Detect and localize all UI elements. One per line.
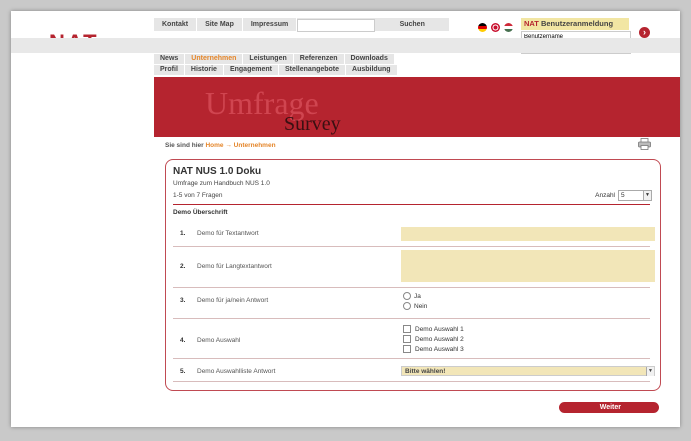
checkbox-icon[interactable]: [403, 325, 411, 333]
question-number: 1.: [180, 230, 186, 237]
select-value: Bitte wählen!: [405, 367, 446, 375]
subnav-engagement[interactable]: Engagement: [223, 65, 279, 75]
flag-hu-icon[interactable]: [504, 23, 513, 32]
breadcrumb-current[interactable]: Unternehmen: [234, 142, 276, 149]
header-band: [11, 38, 680, 53]
auswahlliste-select[interactable]: Bitte wählen! ▼: [401, 366, 655, 376]
checkbox-icon[interactable]: [403, 345, 411, 353]
anzahl-select[interactable]: 5 ▼: [618, 190, 652, 201]
subnav-stellenangebote[interactable]: Stellenangebote: [278, 65, 347, 75]
survey-card: NAT NUS 1.0 Doku Umfrage zum Handbuch NU…: [165, 159, 661, 391]
question-number: 2.: [180, 263, 186, 270]
nav-news[interactable]: News: [154, 54, 186, 64]
radio-circle-icon[interactable]: [403, 292, 411, 300]
anzahl-value: 5: [621, 192, 625, 199]
survey-title: NAT NUS 1.0 Doku: [173, 166, 262, 177]
login-title: NAT Benutzeranmeldung: [521, 18, 629, 30]
flag-de-icon[interactable]: [478, 23, 487, 32]
checkbox-label: Demo Auswahl 2: [415, 335, 464, 343]
login-title-brand: NAT: [524, 19, 539, 28]
topnav-sitemap[interactable]: Site Map: [197, 18, 243, 31]
anzahl-label: Anzahl: [595, 192, 615, 199]
checkbox-icon[interactable]: [403, 335, 411, 343]
subnav-ausbildung[interactable]: Ausbildung: [346, 65, 398, 75]
checkbox-option-3[interactable]: Demo Auswahl 3: [403, 345, 464, 353]
flag-uk-icon[interactable]: [491, 23, 500, 32]
question-label: Demo für Textantwort: [197, 230, 259, 237]
weiter-button[interactable]: Weiter: [559, 402, 659, 413]
nav-referenzen[interactable]: Referenzen: [293, 54, 345, 64]
breadcrumb-arrow-icon: →: [225, 142, 232, 149]
dropdown-arrow-icon: ▼: [643, 191, 651, 200]
subnav-historie[interactable]: Historie: [184, 65, 224, 75]
top-nav: Kontakt Site Map Impressum Suchen: [154, 18, 451, 32]
question-count: 1-5 von 7 Fragen: [173, 192, 223, 199]
nav-unternehmen[interactable]: Unternehmen: [185, 54, 244, 64]
dropdown-arrow-icon: ▼: [646, 366, 654, 376]
radio-label: Nein: [414, 302, 428, 310]
question-number: 5.: [180, 368, 186, 375]
text-answer-input[interactable]: [401, 227, 655, 241]
radio-ja[interactable]: Ja: [403, 292, 421, 300]
divider: [173, 358, 650, 359]
breadcrumb: Sie sind hier Home → Unternehmen: [165, 142, 276, 149]
breadcrumb-prefix: Sie sind hier: [165, 142, 204, 149]
nav-downloads[interactable]: Downloads: [344, 54, 395, 64]
nav-leistungen[interactable]: Leistungen: [243, 54, 294, 64]
section-heading: Demo Überschrift: [173, 204, 650, 216]
login-title-text: Benutzeranmeldung: [540, 19, 614, 28]
anzahl-control: Anzahl 5 ▼: [595, 190, 652, 201]
divider: [173, 381, 650, 382]
language-switcher: [478, 23, 513, 32]
subnav-profil[interactable]: Profil: [154, 65, 185, 75]
checkbox-label: Demo Auswahl 3: [415, 345, 464, 353]
search-input[interactable]: [297, 19, 376, 32]
topnav-kontakt[interactable]: Kontakt: [154, 18, 198, 31]
checkbox-option-1[interactable]: Demo Auswahl 1: [403, 325, 464, 333]
hero-banner: Umfrage Survey: [154, 77, 680, 137]
question-number: 3.: [180, 297, 186, 304]
question-label: Demo Auswahlliste Antwort: [197, 368, 276, 375]
question-label: Demo für ja/nein Antwort: [197, 297, 269, 304]
checkbox-option-2[interactable]: Demo Auswahl 2: [403, 335, 464, 343]
divider: [173, 287, 650, 288]
login-submit-arrow-icon[interactable]: ›: [639, 27, 650, 38]
divider: [173, 318, 650, 319]
checkbox-label: Demo Auswahl 1: [415, 325, 464, 333]
radio-nein[interactable]: Nein: [403, 302, 427, 310]
topnav-impressum[interactable]: Impressum: [243, 18, 298, 31]
breadcrumb-home[interactable]: Home: [205, 142, 223, 149]
divider: [173, 246, 650, 247]
long-text-answer-textarea[interactable]: [401, 250, 655, 282]
survey-subtitle: Umfrage zum Handbuch NUS 1.0: [173, 180, 270, 187]
radio-label: Ja: [414, 292, 421, 300]
radio-circle-icon[interactable]: [403, 302, 411, 310]
printer-icon[interactable]: [638, 138, 651, 150]
question-number: 4.: [180, 337, 186, 344]
banner-subtitle: Survey: [284, 113, 341, 135]
page: NAT Kontakt Site Map Impressum Suchen NA…: [11, 11, 680, 427]
sub-nav: Profil Historie Engagement Stellenangebo…: [154, 65, 398, 75]
search-button[interactable]: Suchen: [375, 18, 451, 31]
question-label: Demo für Langtextantwort: [197, 263, 272, 270]
main-nav: News Unternehmen Leistungen Referenzen D…: [154, 54, 395, 64]
question-label: Demo Auswahl: [197, 337, 241, 344]
